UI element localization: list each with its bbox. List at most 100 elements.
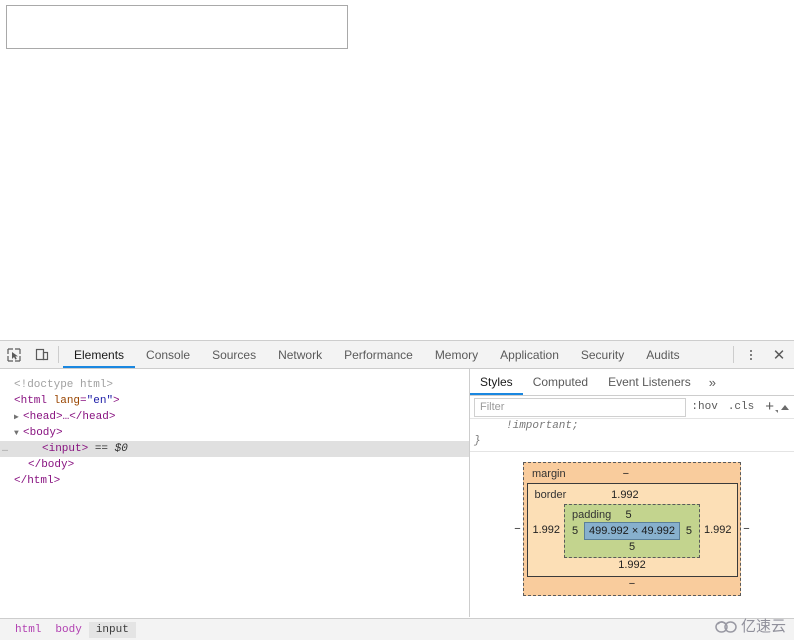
padding-right-value[interactable]: 5 (684, 525, 694, 537)
css-important-line: !important; (506, 420, 579, 432)
tab-security-label: Security (580, 347, 625, 362)
tab-elements-label: Elements (74, 347, 125, 362)
dom-row-ellipsis-icon[interactable]: … (2, 442, 9, 458)
dom-html-value: "en" (86, 395, 114, 407)
dom-row-head[interactable]: ▶ <head>…</head> (0, 409, 469, 425)
tab-console-label: Console (146, 347, 191, 362)
border-left-value[interactable]: 1.992 (533, 524, 561, 536)
dom-body-open-text: <body> (23, 427, 63, 439)
breadcrumb: html body input (0, 618, 794, 640)
padding-label: padding (572, 509, 612, 521)
tab-network[interactable]: Network (267, 341, 333, 368)
dom-head-text: <head>…</head> (23, 411, 116, 423)
margin-bottom-value[interactable]: − (530, 577, 734, 591)
tab-styles[interactable]: Styles (470, 369, 523, 395)
border-right-value[interactable]: 1.992 (704, 524, 732, 536)
box-model-margin[interactable]: margin − − border 1.992 1.992 padding 5 … (514, 462, 750, 596)
dom-body-close-text: </body> (28, 459, 75, 471)
box-model-border[interactable]: border 1.992 1.992 padding 5 5 499.992 ×… (526, 483, 738, 577)
margin-left-value[interactable]: − (513, 523, 523, 535)
margin-right-value[interactable]: − (742, 523, 752, 535)
breadcrumb-item-input[interactable]: input (88, 621, 136, 638)
dom-row-html-open[interactable]: <html lang="en"> (0, 393, 469, 409)
tab-computed[interactable]: Computed (523, 369, 598, 395)
css-closing-brace: } (474, 435, 481, 447)
tab-memory[interactable]: Memory (424, 341, 489, 368)
devtools-window: Elements Console Sources Network Perform… (0, 0, 794, 640)
dom-html-gt: > (113, 395, 120, 407)
tab-audits-label: Audits (646, 347, 680, 362)
collapse-panel-icon[interactable] (778, 404, 792, 410)
breadcrumb-item-body[interactable]: body (48, 622, 88, 638)
border-top-value[interactable]: 1.992 (611, 489, 639, 501)
margin-middle-row: − border 1.992 1.992 padding 5 5 499.992… (514, 481, 750, 577)
styles-filter-bar: :hov .cls + (470, 396, 794, 419)
dom-html-lt: < (14, 395, 21, 407)
margin-label: margin (532, 468, 566, 480)
css-rule-fragment[interactable]: !important; } (470, 419, 794, 452)
box-model-padding[interactable]: padding 5 5 499.992 × 49.992 5 5 (564, 504, 700, 558)
dom-input-tag: <input> (42, 443, 89, 455)
tab-performance[interactable]: Performance (333, 341, 424, 368)
dom-row-input-selected[interactable]: … <input> == $0 (0, 441, 469, 457)
tab-application[interactable]: Application (489, 341, 570, 368)
tab-performance-label: Performance (344, 347, 413, 362)
margin-header-row: margin − (530, 467, 734, 481)
chevron-down-icon[interactable]: ▼ (14, 426, 23, 442)
padding-left-value[interactable]: 5 (570, 525, 580, 537)
chevron-right-icon[interactable]: ▶ (14, 410, 23, 426)
tab-computed-label: Computed (532, 375, 589, 389)
margin-top-value[interactable]: − (623, 468, 629, 480)
dom-tree-pane: <!doctype html> <html lang="en"> ▶ <head>… (0, 369, 470, 617)
inspect-element-icon[interactable] (0, 341, 28, 368)
toolbar-right-group: ✕ (731, 341, 794, 368)
tab-sources-label: Sources (212, 347, 257, 362)
tab-application-label: Application (500, 347, 559, 362)
tab-elements[interactable]: Elements (63, 341, 136, 368)
border-middle-row: 1.992 padding 5 5 499.992 × 49.992 5 5 1… (533, 502, 732, 558)
toolbar-divider-right (733, 346, 734, 363)
more-tabs-icon[interactable]: » (701, 369, 724, 395)
padding-bottom-value[interactable]: 5 (570, 540, 694, 554)
dom-tree: <!doctype html> <html lang="en"> ▶ <head>… (0, 369, 469, 489)
dom-row-body-open[interactable]: ▼ <body> (0, 425, 469, 441)
border-label: border (534, 489, 567, 501)
hov-toggle-button[interactable]: :hov (686, 401, 722, 413)
styles-pane: Styles Computed Event Listeners » :hov .… (470, 369, 794, 617)
styles-pane-tabs: Styles Computed Event Listeners » (470, 369, 794, 396)
close-icon[interactable]: ✕ (764, 341, 794, 368)
padding-top-value[interactable]: 5 (626, 509, 632, 521)
caret-down-icon (775, 410, 778, 413)
dom-row-doctype[interactable]: <!doctype html> (0, 377, 469, 393)
device-toolbar-icon[interactable] (28, 341, 56, 368)
tab-event-listeners-label: Event Listeners (608, 375, 691, 389)
devtools-body: <!doctype html> <html lang="en"> ▶ <head>… (0, 369, 794, 617)
breadcrumb-item-html[interactable]: html (8, 622, 48, 638)
dom-html-close-text: </html> (14, 475, 61, 487)
devtools-toolbar: Elements Console Sources Network Perform… (0, 341, 794, 369)
tab-event-listeners[interactable]: Event Listeners (598, 369, 701, 395)
tab-styles-label: Styles (480, 375, 513, 389)
dom-row-html-close[interactable]: </html> (0, 473, 469, 489)
dom-doctype-text: <!doctype html> (14, 379, 114, 391)
toolbar-divider (58, 346, 59, 363)
dom-row-body-close[interactable]: </body> (0, 457, 469, 473)
box-model-content[interactable]: 499.992 × 49.992 (584, 522, 680, 540)
devtools-panel: Elements Console Sources Network Perform… (0, 340, 794, 640)
padding-middle-row: 5 499.992 × 49.992 5 (570, 522, 694, 540)
padding-header-row: padding 5 (570, 508, 694, 522)
box-model-diagram: margin − − border 1.992 1.992 padding 5 … (514, 462, 750, 596)
new-style-rule-button[interactable]: + (759, 399, 778, 414)
tab-network-label: Network (278, 347, 323, 362)
dom-html-attr: lang (53, 395, 81, 407)
border-bottom-value[interactable]: 1.992 (533, 558, 732, 572)
cls-toggle-button[interactable]: .cls (723, 401, 759, 413)
box-model-wrap: margin − − border 1.992 1.992 padding 5 … (470, 452, 794, 596)
tab-security[interactable]: Security (570, 341, 635, 368)
page-text-input[interactable] (6, 5, 348, 49)
tab-audits[interactable]: Audits (635, 341, 690, 368)
kebab-menu-icon[interactable] (738, 341, 764, 368)
tab-console[interactable]: Console (135, 341, 201, 368)
styles-filter-input[interactable] (474, 397, 687, 417)
tab-sources[interactable]: Sources (201, 341, 267, 368)
